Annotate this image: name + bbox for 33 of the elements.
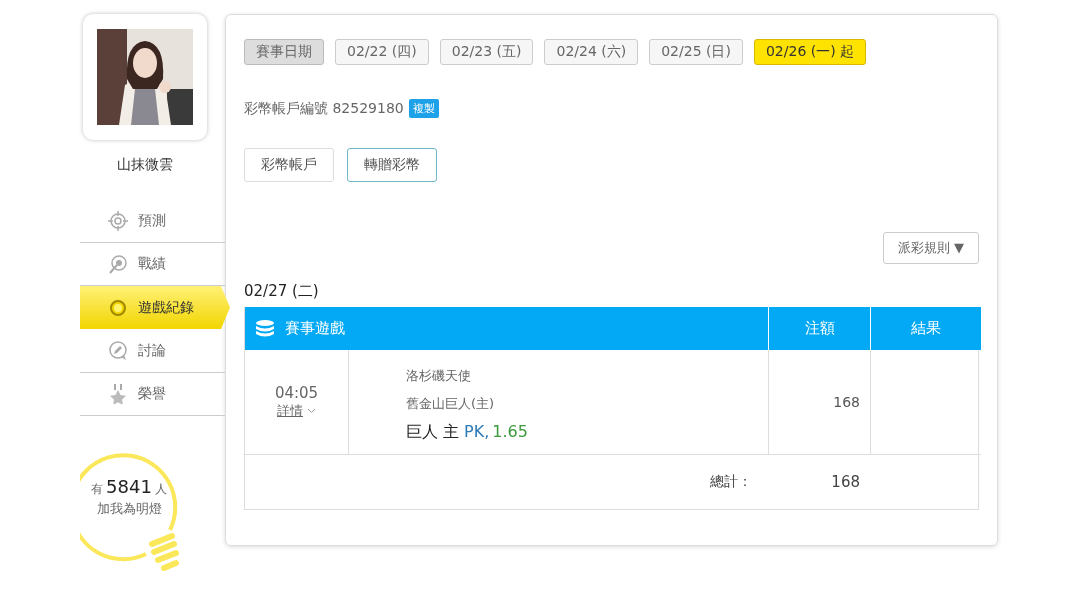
sidebar-item[interactable]: 預測 — [80, 200, 225, 243]
fans-prefix: 有 — [91, 481, 104, 498]
home-team: 舊金山巨人(主) — [406, 394, 495, 413]
date-tab[interactable]: 02/24 (六) — [544, 39, 639, 65]
pick-team: 巨人 主 — [406, 421, 460, 443]
sidebar-item[interactable]: 遊戲紀錄 — [80, 286, 230, 329]
account-number: 彩幣帳戶編號 82529180 — [244, 99, 404, 118]
fans-suffix: 人 — [154, 481, 167, 498]
pick-line: PK, — [464, 421, 490, 441]
sidebar-item[interactable]: 榮譽 — [80, 373, 225, 416]
account-tab[interactable]: 轉贈彩幣 — [347, 148, 437, 182]
column-header: 結果 — [870, 307, 981, 350]
date-tab[interactable]: 02/25 (日) — [649, 39, 743, 65]
column-header: 注額 — [768, 307, 870, 350]
account-tab[interactable]: 彩幣帳戶 — [244, 148, 334, 182]
payout-rules-button[interactable]: 派彩規則 ▼ — [882, 232, 979, 264]
total-label: 總計： — [710, 473, 753, 491]
column-header: 賽事遊戲 — [285, 319, 345, 338]
fans-caption: 加我為明燈 — [95, 500, 163, 518]
sidebar-item[interactable]: 討論 — [80, 330, 225, 373]
details-link[interactable]: 詳情 — [277, 402, 316, 420]
stake-amount: 168 — [833, 394, 860, 410]
total-amount: 168 — [831, 473, 861, 491]
date-tab[interactable]: 02/26 (一) 起 — [753, 39, 867, 65]
date-tab[interactable]: 02/22 (四) — [335, 39, 429, 65]
away-team: 洛杉磯天使 — [406, 366, 471, 385]
date-tab[interactable]: 02/23 (五) — [439, 39, 534, 65]
fans-count: 5841 — [106, 476, 152, 497]
pick-odds: 1.65 — [492, 421, 528, 441]
day-heading: 02/27 (二) — [244, 282, 320, 301]
date-filter-label: 賽事日期 — [244, 39, 324, 65]
match-time: 04:05 — [274, 384, 319, 402]
profile-name: 山抹微雲 — [116, 156, 174, 174]
